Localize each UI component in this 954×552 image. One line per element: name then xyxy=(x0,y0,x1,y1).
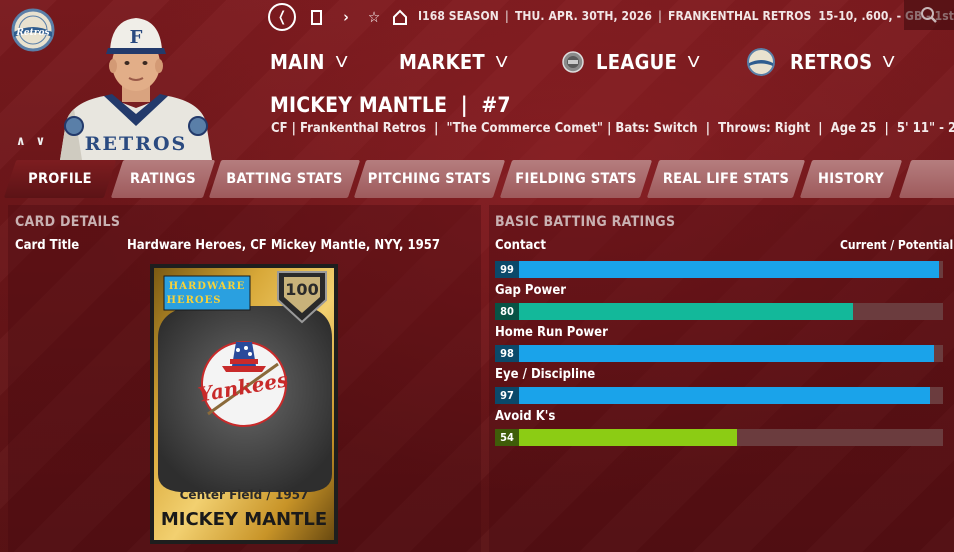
forward-arrow-icon: › xyxy=(343,8,349,26)
tab-fielding-stats-label: FIELDING STATS xyxy=(515,171,637,187)
search-button[interactable] xyxy=(904,0,954,30)
tab-ratings[interactable]: RATINGS xyxy=(110,160,216,198)
tab-batting-stats[interactable]: BATTING STATS xyxy=(208,160,361,198)
svg-text:RETROS: RETROS xyxy=(85,133,187,155)
card-position-year: Center Field / 1957 xyxy=(180,488,309,502)
rating-label-home-run-power: Home Run Power xyxy=(495,325,608,340)
date-label[interactable]: THU. APR. 30TH, 2026 xyxy=(515,9,652,23)
tab-real-life-stats-label: REAL LIFE STATS xyxy=(662,171,790,187)
card-overall-rating: 100 xyxy=(285,280,318,299)
card-series-line2: HEROES xyxy=(167,295,222,306)
rating-label-eye-discipline: Eye / Discipline xyxy=(495,367,596,382)
search-icon xyxy=(921,7,937,23)
profile-tabs: PROFILE RATINGS BATTING STATS PITCHING S… xyxy=(0,160,954,198)
rating-bar-eye-discipline: 97 xyxy=(495,387,943,404)
svg-text:F: F xyxy=(130,27,143,48)
tab-pitching-stats[interactable]: PITCHING STATS xyxy=(353,160,506,198)
card-title-value: Hardware Heroes, CF Mickey Mantle, NYY, … xyxy=(127,238,441,253)
tab-pitching-stats-label: PITCHING STATS xyxy=(367,171,492,187)
nav-league-label: LEAGUE xyxy=(596,50,678,74)
top-toolbar: ❬ › ☆ xyxy=(268,3,408,31)
tab-history-label: HISTORY xyxy=(818,171,884,187)
rating-bar-fill xyxy=(495,387,930,404)
tab-batting-stats-label: BATTING STATS xyxy=(226,171,343,187)
card-series-line1: HARDWARE xyxy=(169,281,245,292)
team-logo[interactable]: Retros xyxy=(8,8,58,52)
player-photo: RETROS F xyxy=(60,18,212,160)
tab-ratings-label: RATINGS xyxy=(130,171,196,187)
nav-main[interactable]: MAIN V xyxy=(270,48,348,76)
rating-bar-fill xyxy=(495,429,737,446)
rating-bar-fill xyxy=(495,345,934,362)
chevron-down-icon: V xyxy=(495,53,508,71)
rating-bar-fill xyxy=(495,261,939,278)
svg-text:Retros: Retros xyxy=(15,28,49,38)
page-icon xyxy=(310,9,322,25)
retros-logo-icon xyxy=(747,48,775,76)
rating-value: 97 xyxy=(495,387,519,404)
tab-fielding-stats[interactable]: FIELDING STATS xyxy=(499,160,653,198)
league-logo-icon xyxy=(562,51,584,73)
prev-next-player-arrows[interactable]: ∧ ∨ xyxy=(16,134,48,149)
chevron-down-icon: V xyxy=(882,53,896,71)
card-player-name: MICKEY MANTLE xyxy=(161,509,327,530)
tab-overflow xyxy=(898,160,954,198)
rating-label-gap-power: Gap Power xyxy=(495,283,567,298)
player-profile-screen: Retros RETROS F ∧ ∨ ❬ › ☆ I168 SEASON | … xyxy=(0,0,954,552)
nav-retros-label: RETROS xyxy=(790,50,873,74)
rating-value: 54 xyxy=(495,429,519,446)
star-icon: ☆ xyxy=(367,8,381,26)
nav-main-label: MAIN xyxy=(270,50,325,74)
page-button[interactable] xyxy=(308,9,324,25)
rating-label-contact: Contact xyxy=(495,238,546,253)
batting-ratings-title: BASIC BATTING RATINGS xyxy=(495,214,676,230)
team-label[interactable]: FRANKENTHAL RETROS xyxy=(668,9,811,23)
rating-bar-gap-power: 80 xyxy=(495,303,943,320)
rating-value: 99 xyxy=(495,261,519,278)
rating-bar-contact: 99 xyxy=(495,261,943,278)
player-bio-line: CF | Frankenthal Retros | "The Commerce … xyxy=(271,121,954,136)
tab-profile[interactable]: PROFILE xyxy=(3,160,117,198)
nav-league[interactable]: LEAGUE V xyxy=(562,48,701,76)
current-potential-legend: Current / Potential xyxy=(840,238,954,252)
nav-market-label: MARKET xyxy=(399,50,486,74)
rating-bar-fill xyxy=(495,303,853,320)
forward-button[interactable]: › xyxy=(338,8,354,26)
card-title-label: Card Title xyxy=(15,238,80,253)
player-name-heading: MICKEY MANTLE | #7 xyxy=(270,93,511,117)
home-icon xyxy=(393,9,407,25)
chevron-down-icon: V xyxy=(335,53,348,71)
rating-bar-home-run-power: 98 xyxy=(495,345,943,362)
rating-bar-avoid-ks: 54 xyxy=(495,429,943,446)
back-arrow-icon: ❬ xyxy=(276,9,288,25)
player-card-image[interactable]: HARDWARE HEROES 100 Yankees Center Field… xyxy=(150,264,338,544)
card-details-title: CARD DETAILS xyxy=(15,214,121,230)
back-button[interactable]: ❬ xyxy=(268,3,296,31)
home-button[interactable] xyxy=(392,9,408,25)
chevron-down-icon: V xyxy=(687,53,701,71)
season-label[interactable]: I168 SEASON xyxy=(418,9,499,23)
tab-real-life-stats[interactable]: REAL LIFE STATS xyxy=(646,160,806,198)
rating-label-avoid-ks: Avoid K's xyxy=(495,409,556,424)
favorite-button[interactable]: ☆ xyxy=(366,8,382,26)
rating-value: 98 xyxy=(495,345,519,362)
tab-history[interactable]: HISTORY xyxy=(799,160,903,198)
tab-profile-label: PROFILE xyxy=(28,171,92,187)
season-info-strip: I168 SEASON | THU. APR. 30TH, 2026 | FRANKEN… xyxy=(418,9,954,23)
nav-market[interactable]: MARKET V xyxy=(399,48,508,76)
rating-value: 80 xyxy=(495,303,519,320)
nav-retros[interactable]: RETROS V xyxy=(746,48,896,76)
